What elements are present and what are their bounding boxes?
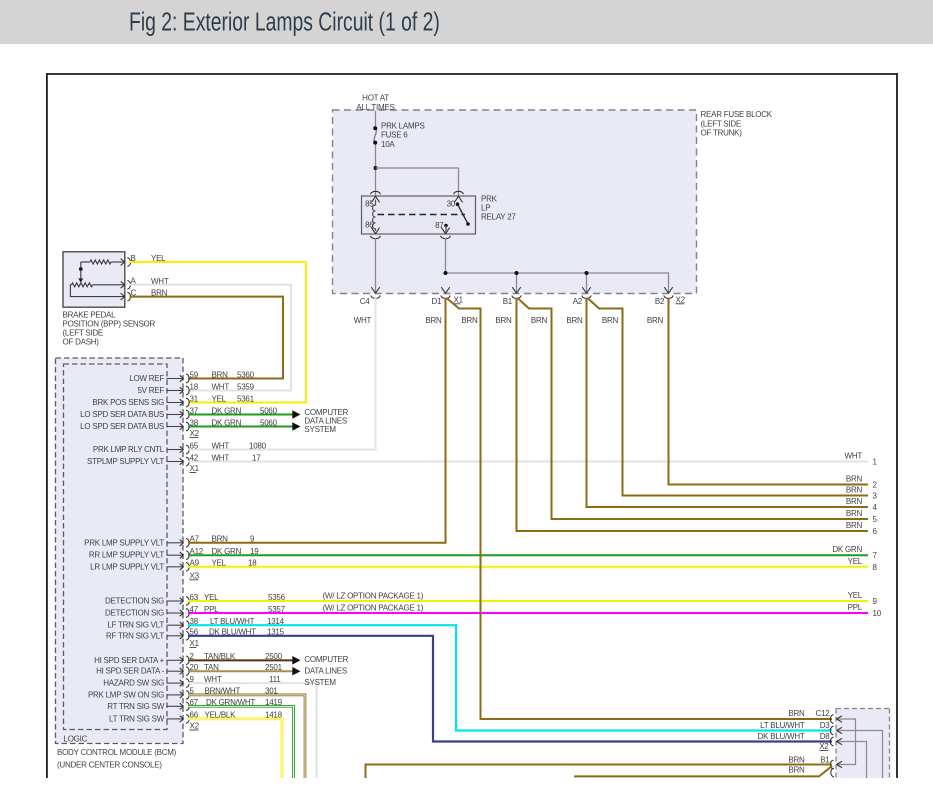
svg-text:BRN: BRN: [566, 316, 583, 325]
svg-text:COMPUTER: COMPUTER: [304, 655, 348, 664]
svg-text:5359: 5359: [237, 382, 255, 391]
svg-text:BRAKE PEDAL: BRAKE PEDAL: [63, 311, 117, 320]
svg-text:RR LMP SUPPLY VLT: RR LMP SUPPLY VLT: [89, 551, 165, 560]
svg-text:86: 86: [365, 221, 374, 230]
svg-text:BRN: BRN: [647, 316, 664, 325]
svg-text:18: 18: [190, 382, 199, 391]
svg-text:B1: B1: [820, 755, 830, 764]
svg-text:10A: 10A: [381, 140, 395, 149]
svg-text:X2: X2: [190, 722, 200, 731]
svg-text:HOT AT: HOT AT: [362, 94, 389, 103]
svg-text:SYSTEM: SYSTEM: [304, 678, 336, 687]
svg-text:WHT: WHT: [354, 316, 372, 325]
svg-text:PRK LMP SUPPLY VLT: PRK LMP SUPPLY VLT: [84, 538, 164, 547]
svg-text:B2: B2: [655, 297, 665, 306]
svg-text:LO SPD SER DATA BUS: LO SPD SER DATA BUS: [80, 422, 164, 431]
svg-text:LP: LP: [481, 203, 490, 212]
svg-text:DATA LINES: DATA LINES: [304, 667, 347, 676]
svg-text:SYSTEM: SYSTEM: [304, 425, 336, 434]
svg-text:BRK POS SENS SIG: BRK POS SENS SIG: [92, 398, 164, 407]
svg-text:LOGIC: LOGIC: [64, 735, 88, 744]
svg-text:LT TRN SIG SW: LT TRN SIG SW: [109, 714, 165, 723]
svg-text:BRN: BRN: [788, 766, 805, 775]
svg-text:LO SPD SER DATA BUS: LO SPD SER DATA BUS: [80, 410, 164, 419]
svg-text:5361: 5361: [237, 394, 255, 403]
svg-text:5360: 5360: [237, 370, 255, 379]
svg-text:ALL TIMES: ALL TIMES: [356, 103, 394, 112]
svg-text:X1: X1: [454, 295, 464, 304]
svg-text:BRN: BRN: [461, 316, 478, 325]
svg-text:BRN: BRN: [846, 486, 863, 495]
svg-text:X1: X1: [190, 464, 200, 473]
svg-text:YEL: YEL: [212, 394, 227, 403]
svg-text:(LEFT SIDE: (LEFT SIDE: [63, 329, 103, 338]
svg-text:BRN: BRN: [788, 755, 805, 764]
svg-text:30: 30: [447, 200, 456, 209]
svg-text:BRN: BRN: [846, 475, 863, 484]
svg-text:BRN: BRN: [602, 316, 619, 325]
svg-text:D3: D3: [820, 721, 831, 730]
svg-text:(LEFT SIDE: (LEFT SIDE: [701, 120, 741, 129]
svg-text:PPL: PPL: [848, 603, 863, 612]
svg-text:OF DASH): OF DASH): [63, 338, 100, 347]
svg-text:WHT: WHT: [212, 382, 230, 391]
svg-text:LT BLU/WHT: LT BLU/WHT: [760, 721, 805, 730]
svg-text:X2: X2: [819, 742, 829, 751]
svg-text:D1: D1: [431, 297, 442, 306]
svg-text:D8: D8: [820, 732, 831, 741]
svg-text:85: 85: [365, 200, 374, 209]
svg-text:DETECTION SIG: DETECTION SIG: [105, 597, 164, 606]
svg-text:(UNDER CENTER CONSOLE): (UNDER CENTER CONSOLE): [57, 760, 162, 769]
svg-text:BRN: BRN: [495, 316, 512, 325]
svg-text:DK BLU/WHT: DK BLU/WHT: [758, 732, 805, 741]
svg-text:HAZARD SW SIG: HAZARD SW SIG: [103, 679, 164, 688]
svg-text:LOW REF: LOW REF: [129, 374, 164, 383]
svg-text:FUSE 6: FUSE 6: [381, 131, 408, 140]
svg-text:DK GRN: DK GRN: [832, 545, 862, 554]
svg-text:OF TRUNK): OF TRUNK): [701, 128, 743, 137]
svg-text:A2: A2: [573, 297, 583, 306]
svg-text:PRK: PRK: [481, 194, 498, 203]
svg-text:X1: X1: [190, 639, 200, 648]
svg-text:X2: X2: [676, 295, 686, 304]
svg-text:X3: X3: [190, 571, 200, 580]
svg-text:BODY CONTROL MODULE (BCM): BODY CONTROL MODULE (BCM): [57, 748, 177, 757]
svg-text:X2: X2: [190, 429, 200, 438]
svg-text:59: 59: [190, 370, 199, 379]
svg-text:5V REF: 5V REF: [137, 386, 164, 395]
svg-text:YEL: YEL: [848, 591, 863, 600]
svg-text:B1: B1: [503, 297, 513, 306]
svg-text:RT TRN SIG SW: RT TRN SIG SW: [107, 702, 164, 711]
svg-text:YEL: YEL: [848, 557, 863, 566]
svg-text:C4: C4: [360, 297, 371, 306]
svg-text:PRK LMP RLY CNTL: PRK LMP RLY CNTL: [93, 445, 165, 454]
svg-text:BRN: BRN: [788, 709, 805, 718]
svg-text:BRN: BRN: [846, 509, 863, 518]
svg-text:C12: C12: [816, 709, 831, 718]
svg-text:PRK LAMPS: PRK LAMPS: [381, 121, 425, 130]
svg-text:87: 87: [435, 221, 444, 230]
svg-text:STPLMP SUPPLY VLT: STPLMP SUPPLY VLT: [87, 457, 164, 466]
svg-text:DETECTION SIG: DETECTION SIG: [105, 609, 164, 618]
svg-text:10: 10: [873, 609, 882, 618]
svg-text:BRN: BRN: [212, 370, 229, 379]
svg-text:BRN: BRN: [531, 316, 548, 325]
svg-text:(W/ LZ OPTION PACKAGE 1): (W/ LZ OPTION PACKAGE 1): [323, 592, 424, 601]
svg-text:LF TRN SIG VLT: LF TRN SIG VLT: [107, 621, 164, 630]
svg-text:BRN: BRN: [846, 497, 863, 506]
svg-text:(W/ LZ OPTION PACKAGE 1): (W/ LZ OPTION PACKAGE 1): [323, 604, 424, 613]
svg-text:RELAY 27: RELAY 27: [481, 212, 516, 221]
svg-text:REAR FUSE BLOCK: REAR FUSE BLOCK: [701, 110, 773, 119]
svg-text:HI SPD SER DATA -: HI SPD SER DATA -: [96, 667, 164, 676]
svg-text:WHT: WHT: [845, 452, 863, 461]
svg-text:PRK LMP SW ON SIG: PRK LMP SW ON SIG: [88, 690, 164, 699]
svg-text:BRN: BRN: [846, 521, 863, 530]
svg-text:HI SPD SER DATA +: HI SPD SER DATA +: [94, 656, 164, 665]
svg-text:Fig 2: Exterior Lamps Circuit: Fig 2: Exterior Lamps Circuit (1 of 2): [129, 7, 440, 36]
svg-text:LR LMP SUPPLY VLT: LR LMP SUPPLY VLT: [90, 562, 164, 571]
svg-text:BRN: BRN: [425, 316, 442, 325]
svg-text:POSITION (BPP) SENSOR: POSITION (BPP) SENSOR: [63, 320, 156, 329]
svg-text:31: 31: [190, 394, 199, 403]
svg-text:RF TRN SIG VLT: RF TRN SIG VLT: [106, 631, 164, 640]
